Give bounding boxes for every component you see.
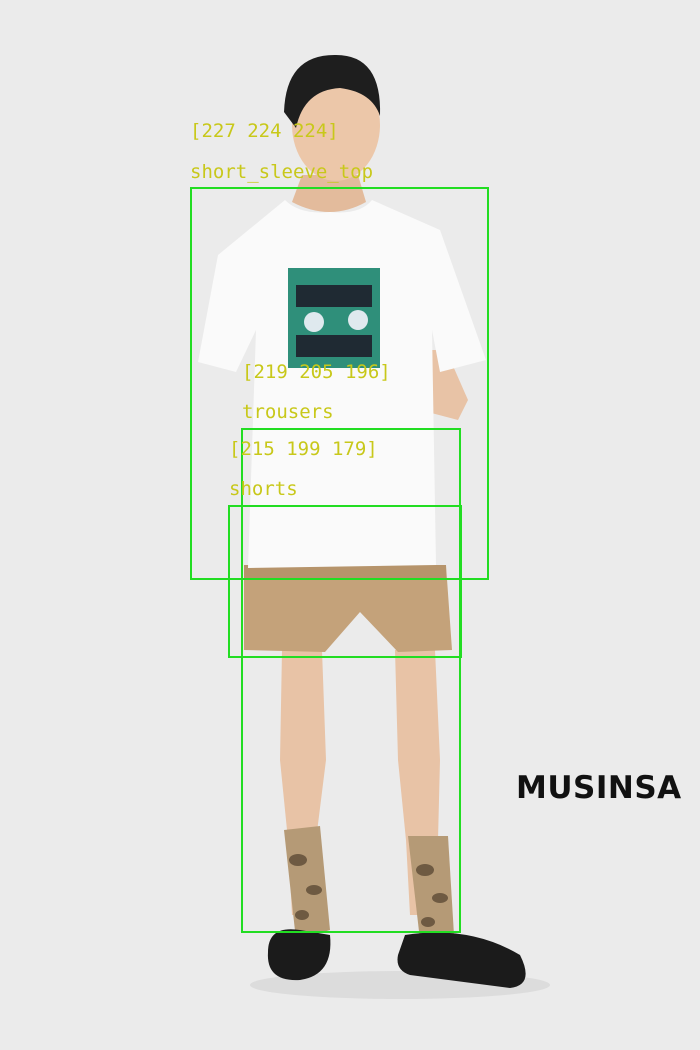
detection-class-label-top: short_sleeve_top xyxy=(190,161,374,183)
detection-color-label-shorts: [215 199 179] xyxy=(229,438,378,460)
detection-box-shorts xyxy=(228,505,462,658)
photo-canvas: [227 224 224] short_sleeve_top [219 205 … xyxy=(0,0,700,1050)
detection-color-label-trousers: [219 205 196] xyxy=(242,361,391,383)
detection-color-label-top: [227 224 224] xyxy=(190,120,339,142)
left-sandal xyxy=(267,929,331,981)
detection-class-label-shorts: shorts xyxy=(229,478,298,500)
brand-watermark: MUSINSA xyxy=(516,770,682,806)
detection-class-label-trousers: trousers xyxy=(242,401,334,423)
detection-box-trousers xyxy=(241,428,461,933)
